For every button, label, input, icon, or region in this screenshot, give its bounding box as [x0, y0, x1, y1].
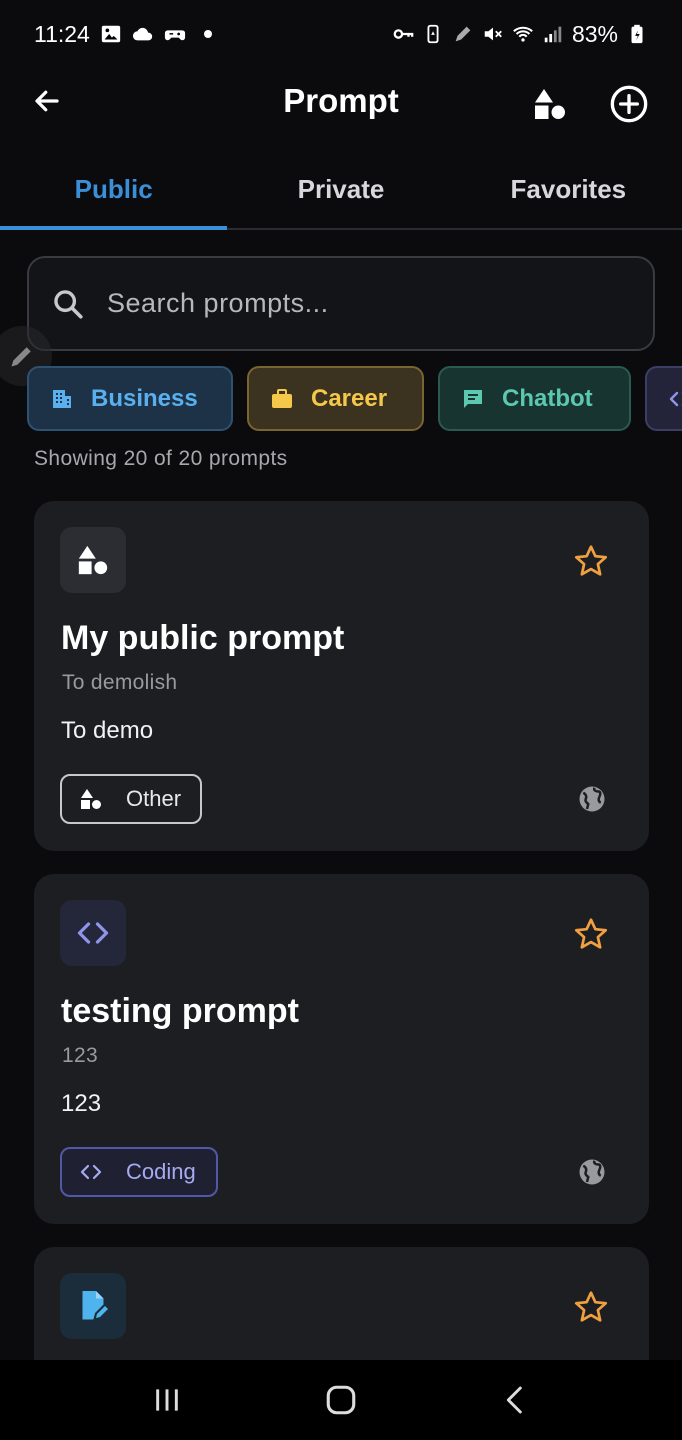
- code-icon: [78, 1159, 104, 1185]
- results-count: Showing 20 of 20 prompts: [34, 447, 288, 470]
- globe-icon: [579, 786, 605, 812]
- chip-career[interactable]: Career: [247, 366, 424, 431]
- wifi-icon: [513, 26, 533, 42]
- status-right: 83%: [392, 21, 648, 48]
- card-description: 123: [61, 1090, 102, 1117]
- chip-label: Chatbot: [502, 384, 593, 412]
- status-time: 11:24: [34, 20, 90, 47]
- shapes-icon: [78, 786, 104, 812]
- card-description: To demo: [61, 717, 154, 744]
- recents-button[interactable]: [137, 1370, 197, 1430]
- chip-chatbot[interactable]: Chatbot: [438, 366, 631, 431]
- code-icon: [77, 922, 109, 944]
- chip-label: Business: [91, 384, 198, 412]
- status-left: 11:24: [34, 21, 212, 48]
- category-tag-label: Coding: [126, 1159, 196, 1184]
- category-tag-label: Other: [126, 786, 182, 811]
- shapes-icon: [535, 89, 565, 119]
- prompt-card[interactable]: My public prompt To demolish To demo Oth…: [34, 501, 649, 851]
- chip-business[interactable]: Business: [27, 366, 233, 431]
- shapes-icon: [78, 545, 108, 575]
- gallery-icon: [101, 25, 121, 43]
- edit-document-icon: [82, 1291, 111, 1321]
- notification-dot-icon: [203, 30, 212, 38]
- tab-bar: Public Private Favorites: [0, 150, 682, 230]
- chip-label: Career: [311, 384, 388, 412]
- home-icon: [326, 1385, 356, 1415]
- favorite-button[interactable]: [573, 543, 609, 579]
- battery-saver-icon: [427, 24, 439, 44]
- briefcase-icon: [269, 386, 295, 412]
- game-controller-icon: [164, 30, 185, 41]
- search-input[interactable]: [107, 288, 587, 319]
- cloud-icon: [132, 27, 153, 41]
- favorite-button[interactable]: [573, 916, 609, 952]
- add-prompt-button[interactable]: [607, 82, 651, 126]
- recents-icon: [156, 1389, 178, 1411]
- pen-icon: [455, 26, 471, 42]
- page-title: Prompt: [283, 82, 399, 119]
- prompt-card[interactable]: testing prompt 123 123 Coding: [34, 874, 649, 1224]
- code-icon: [667, 386, 682, 412]
- status-bar: 11:24 83%: [0, 0, 682, 68]
- category-tag: Other: [60, 774, 202, 824]
- building-icon: [49, 386, 75, 412]
- star-outline-icon: [574, 918, 608, 949]
- categories-button[interactable]: [528, 82, 572, 126]
- key-icon: [393, 29, 414, 39]
- search-box[interactable]: [27, 256, 655, 351]
- chat-icon: [460, 386, 486, 412]
- star-outline-icon: [574, 545, 608, 576]
- card-subtitle: To demolish: [62, 671, 178, 694]
- tab-favorites[interactable]: Favorites: [455, 150, 682, 228]
- chip-coding[interactable]: [645, 366, 682, 431]
- search-icon: [54, 289, 83, 319]
- add-circle-icon: [610, 85, 648, 123]
- card-title: My public prompt: [61, 619, 345, 657]
- chevron-left-icon: [506, 1386, 522, 1414]
- battery-icon: [631, 24, 643, 44]
- tab-private[interactable]: Private: [227, 150, 454, 228]
- category-tag: Coding: [60, 1147, 218, 1197]
- signal-icon: [544, 26, 562, 43]
- card-subtitle: 123: [62, 1044, 98, 1067]
- card-category-icon: [60, 527, 126, 593]
- home-button[interactable]: [311, 1370, 371, 1430]
- star-outline-icon: [574, 1291, 608, 1322]
- system-back-button[interactable]: [485, 1370, 545, 1430]
- mute-icon: [484, 27, 502, 41]
- card-category-icon: [60, 900, 126, 966]
- globe-icon: [579, 1159, 605, 1185]
- card-category-icon: [60, 1273, 126, 1339]
- tab-public[interactable]: Public: [0, 150, 228, 230]
- system-nav-bar: [0, 1360, 682, 1440]
- app-bar: Prompt: [0, 68, 682, 140]
- category-chips: Business Career Chatbot: [27, 366, 682, 432]
- battery-percent: 83%: [571, 20, 618, 47]
- card-title: testing prompt: [61, 992, 299, 1030]
- favorite-button[interactable]: [573, 1289, 609, 1325]
